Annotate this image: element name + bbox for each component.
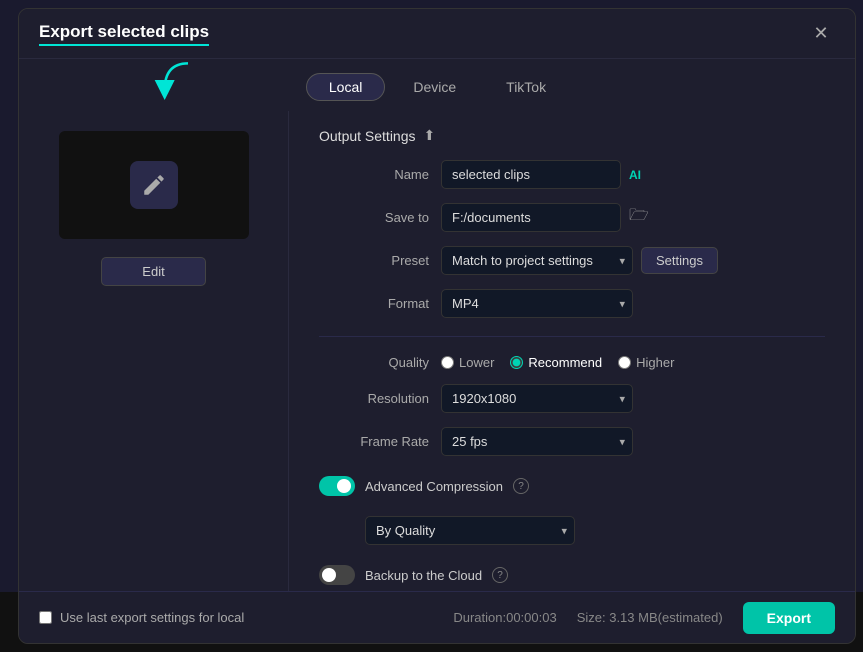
backup-toggle-slider: [319, 565, 355, 585]
use-last-settings-text: Use last export settings for local: [60, 610, 244, 625]
format-select[interactable]: MP4: [441, 289, 633, 318]
frame-rate-label: Frame Rate: [319, 434, 429, 449]
save-to-label: Save to: [319, 210, 429, 225]
format-select-wrap: MP4: [441, 289, 633, 318]
quality-label: Quality: [319, 355, 429, 370]
frame-rate-row: 25 fps: [441, 427, 825, 456]
export-button[interactable]: Export: [743, 602, 835, 634]
quality-higher-option[interactable]: Higher: [618, 355, 674, 370]
by-quality-row: By Quality: [319, 516, 825, 545]
advanced-compression-row: Advanced Compression ?: [319, 470, 825, 502]
use-last-settings-checkbox[interactable]: [39, 611, 52, 624]
name-label: Name: [319, 167, 429, 182]
tab-local[interactable]: Local: [306, 73, 385, 101]
footer-info: Duration:00:00:03 Size: 3.13 MB(estimate…: [453, 602, 835, 634]
toggle-slider: [319, 476, 355, 496]
quality-lower-radio[interactable]: [441, 356, 454, 369]
quality-lower-label: Lower: [459, 355, 494, 370]
resolution-select[interactable]: 1920x1080: [441, 384, 633, 413]
edit-button[interactable]: Edit: [101, 257, 205, 286]
preview-thumbnail: [59, 131, 249, 239]
backup-cloud-toggle[interactable]: [319, 565, 355, 585]
resolution-label: Resolution: [319, 391, 429, 406]
resolution-row: 1920x1080: [441, 384, 825, 413]
frame-rate-select-wrap: 25 fps: [441, 427, 633, 456]
format-row: MP4: [441, 289, 825, 318]
quality-recommend-radio[interactable]: [510, 356, 523, 369]
output-settings-label: Output Settings: [319, 128, 416, 144]
advanced-compression-toggle[interactable]: [319, 476, 355, 496]
quality-row: Lower Recommend Higher: [441, 355, 825, 370]
tab-device[interactable]: Device: [391, 74, 478, 100]
share-icon: ⬆: [424, 127, 436, 144]
name-field-row: AI: [441, 160, 825, 189]
settings-panel: Output Settings ⬆ Name AI Save to 🗁 Pres…: [289, 111, 855, 641]
advanced-compression-help-icon[interactable]: ?: [513, 478, 529, 494]
preset-label: Preset: [319, 253, 429, 268]
preset-row: Match to project settings Settings: [441, 246, 825, 275]
save-to-row: 🗁: [441, 203, 825, 232]
tabs-row: Local Device TikTok: [19, 59, 855, 111]
backup-cloud-label: Backup to the Cloud: [365, 568, 482, 583]
ai-icon: AI: [629, 168, 641, 182]
quality-recommend-option[interactable]: Recommend: [510, 355, 602, 370]
settings-button[interactable]: Settings: [641, 247, 718, 274]
quality-lower-option[interactable]: Lower: [441, 355, 494, 370]
divider-1: [319, 336, 825, 337]
resolution-select-wrap: 1920x1080: [441, 384, 633, 413]
preset-select[interactable]: Match to project settings: [441, 246, 633, 275]
dialog-footer: Use last export settings for local Durat…: [19, 591, 855, 643]
backup-cloud-row: Backup to the Cloud ?: [319, 559, 825, 591]
settings-grid: Name AI Save to 🗁 Preset Match to proj: [319, 160, 825, 591]
preview-area: Edit: [19, 111, 289, 641]
dialog-header: Export selected clips ✕: [19, 9, 855, 59]
close-button[interactable]: ✕: [807, 20, 835, 48]
by-quality-select-wrap: By Quality: [365, 516, 575, 545]
frame-rate-select[interactable]: 25 fps: [441, 427, 633, 456]
preset-select-wrap: Match to project settings: [441, 246, 633, 275]
dialog-body: Edit Output Settings ⬆ Name AI Save to �: [19, 111, 855, 641]
folder-icon[interactable]: 🗁: [629, 204, 649, 231]
advanced-compression-label: Advanced Compression: [365, 479, 503, 494]
name-input[interactable]: [441, 160, 621, 189]
size-label: Size: 3.13 MB(estimated): [577, 610, 723, 625]
by-quality-select[interactable]: By Quality: [365, 516, 575, 545]
quality-recommend-label: Recommend: [528, 355, 602, 370]
use-last-settings-label[interactable]: Use last export settings for local: [39, 610, 244, 625]
save-to-input[interactable]: [441, 203, 621, 232]
export-dialog: Export selected clips ✕ Local Device Tik…: [18, 8, 856, 644]
duration-label: Duration:00:00:03: [453, 610, 556, 625]
dialog-title: Export selected clips: [39, 22, 209, 46]
format-label: Format: [319, 296, 429, 311]
quality-higher-label: Higher: [636, 355, 674, 370]
output-settings-heading: Output Settings ⬆: [319, 127, 825, 144]
quality-higher-radio[interactable]: [618, 356, 631, 369]
pencil-icon: [130, 161, 178, 209]
backup-cloud-help-icon[interactable]: ?: [492, 567, 508, 583]
tab-tiktok[interactable]: TikTok: [484, 74, 568, 100]
